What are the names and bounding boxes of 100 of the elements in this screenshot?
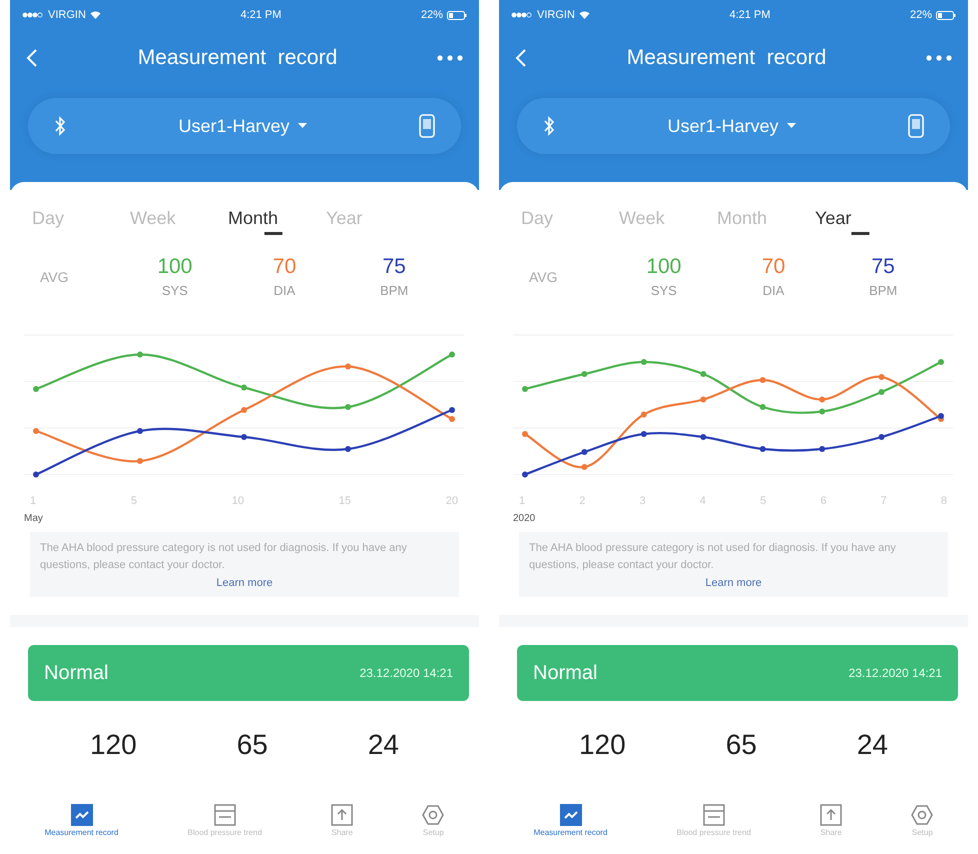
average-unit: BPM xyxy=(869,283,898,298)
back-icon xyxy=(515,48,527,68)
bluetooth-icon xyxy=(543,116,555,136)
data-point xyxy=(581,449,588,455)
status-label: Normal xyxy=(533,662,598,684)
data-point xyxy=(878,374,885,380)
average-value: 75 xyxy=(382,255,406,279)
list-icon xyxy=(702,804,725,826)
signal-icon xyxy=(511,12,533,18)
reading-value: 65 xyxy=(726,729,757,761)
bluetooth-icon xyxy=(54,116,66,136)
phone-icon xyxy=(419,114,435,138)
back-icon xyxy=(26,48,38,68)
average-value: 70 xyxy=(762,255,786,279)
data-point xyxy=(33,472,39,478)
nav-tab[interactable]: Setup xyxy=(422,804,444,837)
data-point xyxy=(345,364,351,370)
average-unit: SYS xyxy=(650,283,677,298)
phone-icon xyxy=(908,114,924,138)
wifi-icon xyxy=(578,11,590,19)
caret-icon xyxy=(298,123,307,129)
period-tab[interactable]: Month xyxy=(717,208,815,235)
settings-icon xyxy=(422,804,444,826)
carrier-name: VIRGIN xyxy=(48,9,86,21)
reading-value: 65 xyxy=(236,729,268,761)
data-point xyxy=(449,352,455,358)
data-point xyxy=(760,404,766,410)
average-value: 75 xyxy=(872,255,895,279)
average-value: 100 xyxy=(646,255,682,279)
data-point xyxy=(938,359,944,365)
nav-tab[interactable]: Setup xyxy=(911,804,934,837)
data-point xyxy=(449,407,455,413)
measurement-datetime: 23.12.2020 14:21 xyxy=(360,666,453,680)
average-value: 100 xyxy=(157,255,192,279)
battery-percent: 22% xyxy=(910,9,932,21)
period-label: May xyxy=(24,513,44,524)
battery-icon xyxy=(447,10,467,20)
status-time: 4:21 PM xyxy=(240,9,282,21)
nav-tab[interactable]: Blood pressure trend xyxy=(676,804,751,837)
signal-icon xyxy=(22,12,44,18)
data-point xyxy=(700,371,706,377)
data-point xyxy=(137,352,143,358)
data-point xyxy=(819,446,826,452)
data-point xyxy=(522,472,528,478)
average-unit: DIA xyxy=(762,283,784,298)
reading-value: 120 xyxy=(578,729,626,761)
screen-title: Measurement record xyxy=(626,46,826,70)
carrier-name: VIRGIN xyxy=(537,9,575,21)
period-tab[interactable]: Day xyxy=(32,208,130,235)
nav-tab[interactable]: Share xyxy=(820,804,842,837)
data-point xyxy=(33,386,39,392)
data-point xyxy=(878,389,885,395)
period-tab[interactable]: Year xyxy=(326,208,424,235)
upload-icon xyxy=(331,804,354,826)
data-point xyxy=(760,377,766,383)
average-unit: DIA xyxy=(274,283,296,298)
battery-percent: 22% xyxy=(420,9,443,21)
user-selector[interactable]: User1-Harvey xyxy=(661,114,802,138)
data-point xyxy=(760,446,766,452)
data-point xyxy=(640,359,647,365)
period-tab[interactable]: Year xyxy=(815,208,913,235)
average-value: 70 xyxy=(272,255,296,279)
upload-icon xyxy=(820,804,842,826)
more-icon xyxy=(926,55,952,61)
caret-icon xyxy=(786,123,796,129)
status-label: Normal xyxy=(44,662,108,684)
data-point xyxy=(581,464,588,470)
data-point xyxy=(345,446,351,452)
data-point xyxy=(878,434,885,440)
period-tab[interactable]: Day xyxy=(521,208,619,235)
learn-more-link[interactable]: Learn more xyxy=(705,577,762,589)
more-icon xyxy=(437,55,463,61)
data-point xyxy=(581,371,588,377)
user-selector[interactable]: User1-Harvey xyxy=(172,114,313,138)
nav-tab[interactable]: Measurement record xyxy=(44,804,118,837)
nav-tab[interactable]: Blood pressure trend xyxy=(188,804,262,837)
period-tab[interactable]: Month xyxy=(228,208,326,235)
wifi-icon xyxy=(90,11,101,19)
period-tab[interactable]: Week xyxy=(619,208,717,235)
reading-value: 120 xyxy=(90,729,137,761)
notice-text: The AHA blood pressure category is not used for diagnosis. If you have any questions, please contact your doctor. xyxy=(529,541,897,572)
notice-text: The AHA blood pressure category is not used for diagnosis. If you have any questions, please contact your doctor. xyxy=(40,541,408,572)
nav-tab[interactable]: Measurement record xyxy=(534,804,608,837)
data-point xyxy=(241,384,247,390)
average-unit: SYS xyxy=(162,283,188,298)
data-point xyxy=(522,386,528,392)
nav-tab[interactable]: Share xyxy=(331,804,354,837)
reading-value: 24 xyxy=(856,729,888,761)
data-point xyxy=(819,396,826,402)
period-label: 2020 xyxy=(513,513,536,524)
screen-title: Measurement record xyxy=(138,46,338,70)
data-point xyxy=(137,458,143,464)
data-point xyxy=(700,434,706,440)
status-time: 4:21 PM xyxy=(729,9,770,21)
data-point xyxy=(700,396,706,402)
data-point xyxy=(241,434,247,440)
period-tab[interactable]: Week xyxy=(130,208,228,235)
avg-label: AVG xyxy=(40,268,70,284)
measurement-datetime: 23.12.2020 14:21 xyxy=(848,666,942,680)
learn-more-link[interactable]: Learn more xyxy=(216,577,273,589)
